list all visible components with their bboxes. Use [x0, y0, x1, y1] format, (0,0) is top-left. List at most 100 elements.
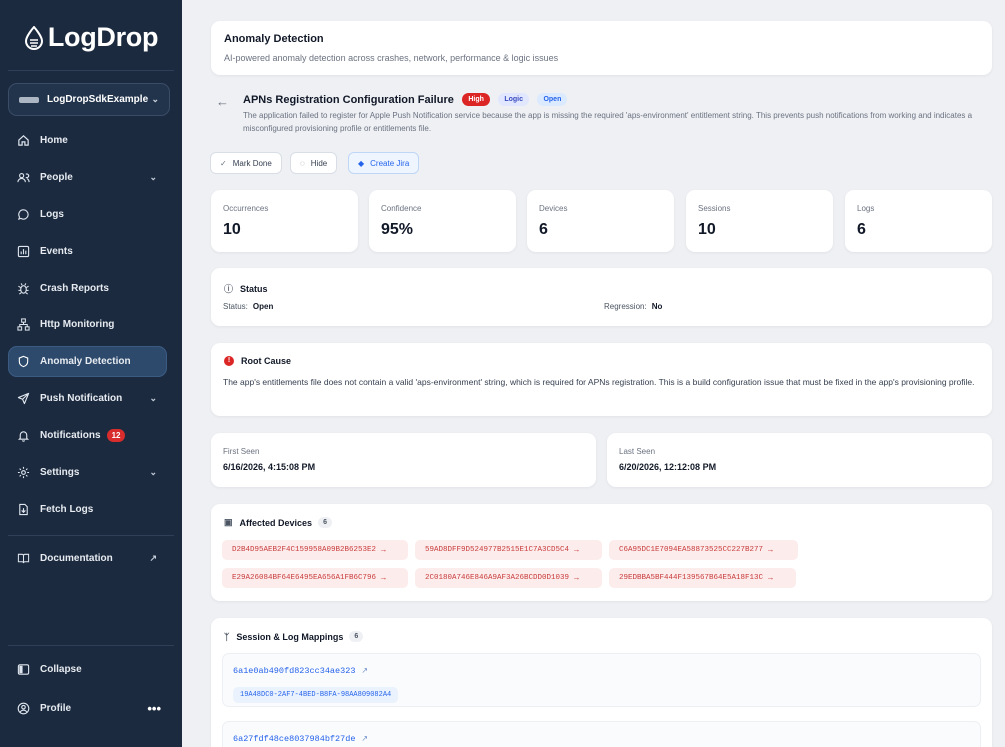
shield-icon: [18, 355, 29, 368]
device-chip[interactable]: 29EDBBA5BF444F139567B64E5A18F13C →: [609, 568, 796, 588]
status-heading: Status: [240, 283, 268, 294]
create-jira-button[interactable]: ◆ Create Jira: [348, 152, 420, 174]
session-id: 6a27fdf48ce8037984bf27de: [233, 734, 356, 744]
status-value: Open: [252, 302, 274, 311]
last-seen-card: Last Seen 6/20/2026, 12:12:08 PM: [607, 433, 992, 487]
nav-http-monitoring-label: Http Monitoring: [40, 319, 115, 330]
session-link[interactable]: 6a1e0ab490fd823cc34ae323 ↗: [233, 666, 368, 676]
profile-menu[interactable]: Profile •••: [8, 693, 167, 724]
mark-done-label: Mark Done: [232, 158, 272, 168]
network-icon: [17, 318, 30, 331]
hide-button[interactable]: ◌ Hide: [290, 152, 338, 174]
app-logo-icon: [19, 96, 39, 103]
first-seen-card: First Seen 6/16/2026, 4:15:08 PM: [211, 433, 596, 487]
nav-http-monitoring[interactable]: Http Monitoring: [8, 309, 167, 340]
external-link-icon: ↗: [361, 667, 369, 676]
nav-anomaly-detection-label: Anomaly Detection: [40, 356, 131, 367]
stat-value: 95%: [381, 221, 414, 238]
device-chip[interactable]: 2C0180A746E846A9AF3A26BCDD0D1039 →: [415, 568, 602, 588]
collapse-sidebar-button[interactable]: Collapse: [8, 654, 167, 685]
affected-devices-heading-row: ▣ Affected Devices 6: [224, 517, 332, 528]
stat-value: 6: [539, 221, 548, 238]
stat-value: 6: [857, 221, 866, 238]
nav-fetch-logs-label: Fetch Logs: [40, 504, 94, 515]
affected-devices-heading: Affected Devices: [239, 517, 313, 528]
chevron-down-icon: ⌄: [151, 94, 159, 104]
bell-icon: [17, 431, 30, 442]
divider: [8, 70, 174, 71]
anomaly-description: The application failed to register for A…: [243, 111, 973, 133]
more-options-icon[interactable]: •••: [147, 701, 161, 716]
root-cause-heading: Root Cause: [241, 356, 292, 366]
chevron-down-icon: ⌄: [149, 467, 157, 477]
nav-notifications[interactable]: Notifications 12: [8, 420, 167, 451]
sidebar-toggle-icon: [17, 664, 30, 675]
brand-logo[interactable]: LogDrop: [0, 22, 182, 57]
anomaly-title-row: APNs Registration Configuration Failure …: [243, 90, 568, 108]
stat-card-confidence: Confidence 95%: [369, 190, 516, 252]
brand-name: LogDrop: [47, 22, 159, 52]
create-jira-label: Create Jira: [370, 158, 410, 168]
info-icon: ⓘ: [224, 284, 234, 294]
anomaly-title: APNs Registration Configuration Failure: [243, 94, 454, 106]
nav-home-label: Home: [40, 135, 68, 146]
nav-push-notification[interactable]: Push Notification ⌄: [8, 383, 167, 414]
stat-label: Devices: [539, 204, 568, 213]
app-selector[interactable]: LogDropSdkExample ⌄: [8, 83, 170, 116]
device-id: 29EDBBA5BF444F139567B64E5A18F13C: [619, 574, 764, 582]
nav-logs[interactable]: Logs: [8, 199, 167, 230]
severity-badge: High: [462, 93, 490, 106]
nav-documentation[interactable]: Documentation ↗: [8, 543, 167, 574]
regression-label: Regression:: [604, 302, 647, 311]
device-id: 2C0180A746E846A9AF3A26BCDD0D1039: [425, 574, 570, 582]
device-chip[interactable]: 59AD8DFF9D524977B2515E1C7A3CD5C4 →: [415, 540, 602, 560]
user-circle-icon: [17, 702, 30, 715]
page-header: Anomaly Detection AI-powered anomaly det…: [211, 21, 992, 75]
device-id: E29A26084BF64E6495EA656A1FB6C796: [232, 574, 377, 582]
arrow-right-icon: →: [768, 573, 773, 583]
device-chip[interactable]: D2B4D95AEB2F4C159958A09B2B6253E2 →: [222, 540, 408, 560]
collapse-label: Collapse: [40, 664, 82, 675]
nav-anomaly-detection[interactable]: Anomaly Detection: [8, 346, 167, 377]
nav-events[interactable]: Events: [8, 236, 167, 267]
mark-done-button[interactable]: ✓ Mark Done: [210, 152, 282, 174]
nav-fetch-logs[interactable]: Fetch Logs: [8, 494, 167, 525]
status-card: ⓘ Status Status: Open Regression: No: [211, 268, 992, 326]
nav-settings[interactable]: Settings ⌄: [8, 457, 167, 488]
nav-home[interactable]: Home: [8, 125, 167, 156]
arrow-right-icon: →: [574, 573, 579, 583]
session-id: 6a1e0ab490fd823cc34ae323: [233, 666, 356, 676]
nav-documentation-label: Documentation: [40, 553, 113, 564]
device-chip[interactable]: E29A26084BF64E6495EA656A1FB6C796 →: [222, 568, 408, 588]
notifications-count-badge: 12: [106, 429, 126, 442]
external-link-icon: ↗: [149, 553, 157, 563]
divider: [8, 535, 174, 536]
state-badge: Open: [537, 93, 568, 106]
nav-crash-reports[interactable]: Crash Reports: [8, 273, 167, 304]
stat-label: Occurrences: [223, 204, 269, 213]
back-arrow-icon[interactable]: ←: [216, 94, 229, 109]
cpu-chip-icon: ▣: [224, 517, 233, 527]
device-id: D2B4D95AEB2F4C159958A09B2B6253E2: [232, 546, 377, 554]
nav-notifications-label: Notifications: [40, 430, 101, 441]
device-chip[interactable]: C6A95DC1E7094EA58873525CC227B277 →: [609, 540, 798, 560]
send-icon: [17, 392, 30, 405]
session-link[interactable]: 6a27fdf48ce8037984bf27de ↗: [233, 734, 368, 744]
stat-label: Sessions: [698, 204, 731, 213]
nav-people[interactable]: People ⌄: [8, 162, 167, 193]
page-subtitle: AI-powered anomaly detection across cras…: [224, 53, 559, 63]
stat-card-occurrences: Occurrences 10: [211, 190, 358, 252]
divider: [8, 645, 174, 646]
affected-devices-count: 6: [318, 517, 332, 528]
last-seen-value: 6/20/2026, 12:12:08 PM: [619, 462, 717, 472]
book-icon: [17, 553, 30, 564]
log-id-chip[interactable]: 19A48DC0-2AF7-4BED-B8FA-98AA809082A4: [233, 687, 399, 703]
arrow-right-icon: →: [381, 573, 386, 583]
home-icon: [18, 135, 29, 146]
bar-chart-icon: [17, 245, 30, 258]
mappings-heading: Session & Log Mappings: [236, 631, 344, 642]
root-cause-card: ! Root Cause The app's entitlements file…: [211, 343, 992, 416]
stat-label: Confidence: [381, 204, 422, 213]
first-seen-label: First Seen: [223, 447, 260, 456]
nav-events-label: Events: [40, 246, 73, 257]
